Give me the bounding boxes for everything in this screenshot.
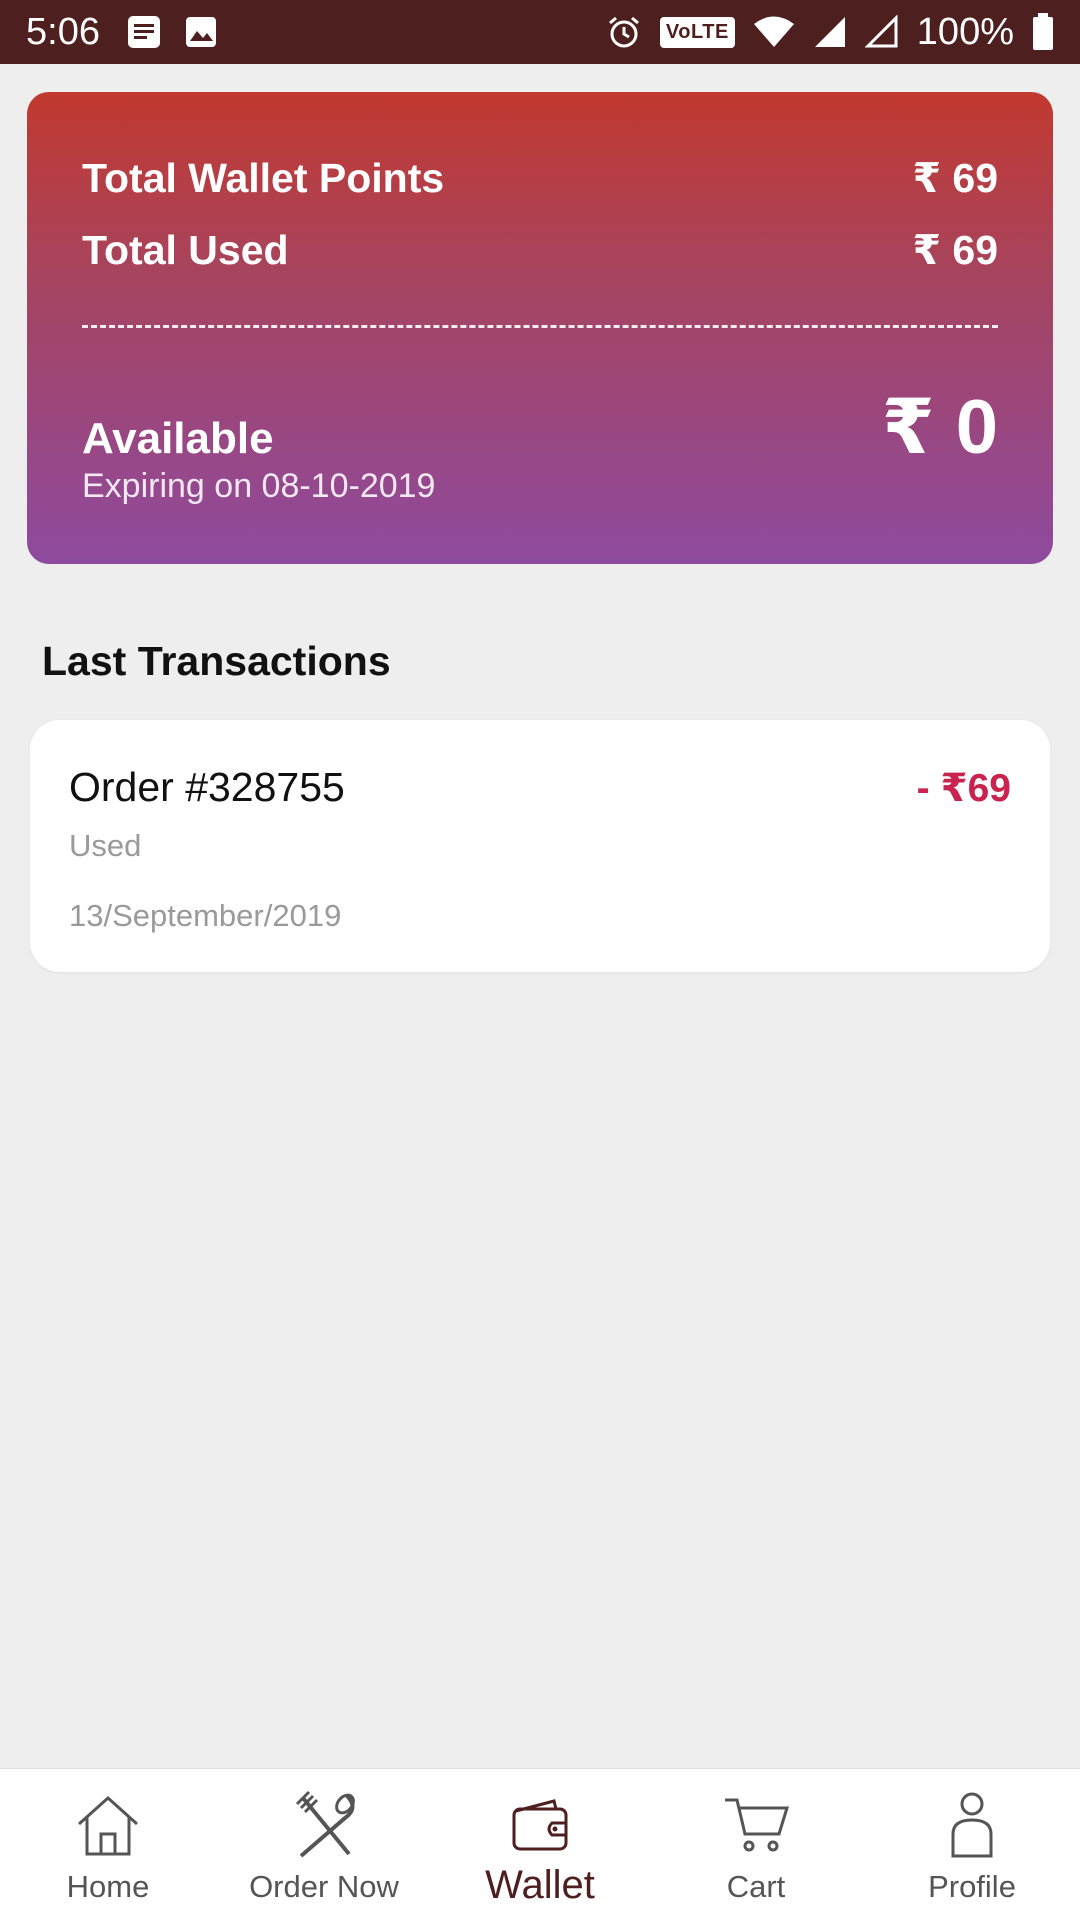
nav-item-wallet[interactable]: Wallet bbox=[432, 1769, 648, 1921]
nav-item-profile[interactable]: Profile bbox=[864, 1769, 1080, 1921]
total-wallet-points-row: Total Wallet Points ₹ 69 bbox=[82, 154, 998, 202]
nav-label-cart: Cart bbox=[726, 1869, 786, 1904]
nav-item-order-now[interactable]: Order Now bbox=[216, 1769, 432, 1921]
alarm-icon bbox=[606, 14, 642, 50]
bottom-navigation: Home Order Now Wallet Cart Profile bbox=[0, 1768, 1080, 1921]
total-used-row: Total Used ₹ 69 bbox=[82, 226, 998, 274]
expiry-text: Expiring on 08-10-2019 bbox=[82, 467, 436, 505]
document-icon bbox=[126, 14, 162, 50]
available-label: Available bbox=[82, 414, 274, 463]
available-row: Available ₹ 0 bbox=[82, 382, 998, 471]
nav-label-wallet: Wallet bbox=[485, 1863, 595, 1907]
home-icon bbox=[73, 1789, 143, 1861]
dashed-divider bbox=[82, 325, 998, 328]
total-wallet-points-value: ₹ 69 bbox=[912, 155, 998, 201]
last-transactions-title: Last Transactions bbox=[42, 638, 391, 684]
cart-icon bbox=[721, 1789, 791, 1861]
battery-icon bbox=[1032, 13, 1054, 51]
status-bar: 5:06 VoLTE 100% bbox=[0, 0, 1080, 64]
signal-empty-icon bbox=[864, 15, 899, 49]
wifi-icon bbox=[753, 15, 795, 49]
nav-label-profile: Profile bbox=[928, 1869, 1016, 1904]
transaction-order-number: Order #328755 bbox=[69, 764, 345, 810]
battery-percent: 100% bbox=[916, 10, 1014, 53]
system-icons: VoLTE 100% bbox=[606, 11, 1054, 54]
total-wallet-points-label: Total Wallet Points bbox=[82, 155, 445, 201]
nav-item-cart[interactable]: Cart bbox=[648, 1769, 864, 1921]
transaction-date: 13/September/2019 bbox=[69, 898, 342, 933]
profile-icon bbox=[947, 1789, 997, 1861]
total-used-label: Total Used bbox=[82, 227, 289, 273]
transaction-amount: - ₹69 bbox=[916, 767, 1011, 810]
status-time: 5:06 bbox=[26, 10, 100, 53]
transaction-card[interactable]: Order #328755 - ₹69 Used 13/September/20… bbox=[30, 720, 1050, 972]
total-used-value: ₹ 69 bbox=[912, 227, 998, 273]
signal-icon bbox=[813, 15, 847, 49]
fork-spoon-icon bbox=[289, 1789, 359, 1861]
transaction-type: Used bbox=[69, 828, 142, 863]
nav-label-home: Home bbox=[66, 1869, 150, 1904]
notification-icons bbox=[126, 14, 218, 50]
wallet-icon bbox=[510, 1789, 570, 1861]
available-value: ₹ 0 bbox=[881, 385, 998, 470]
wallet-summary-card: Total Wallet Points ₹ 69 Total Used ₹ 69… bbox=[27, 92, 1053, 564]
volte-icon: VoLTE bbox=[659, 16, 735, 48]
image-icon bbox=[184, 15, 218, 49]
nav-label-order-now: Order Now bbox=[249, 1869, 399, 1904]
nav-item-home[interactable]: Home bbox=[0, 1769, 216, 1921]
